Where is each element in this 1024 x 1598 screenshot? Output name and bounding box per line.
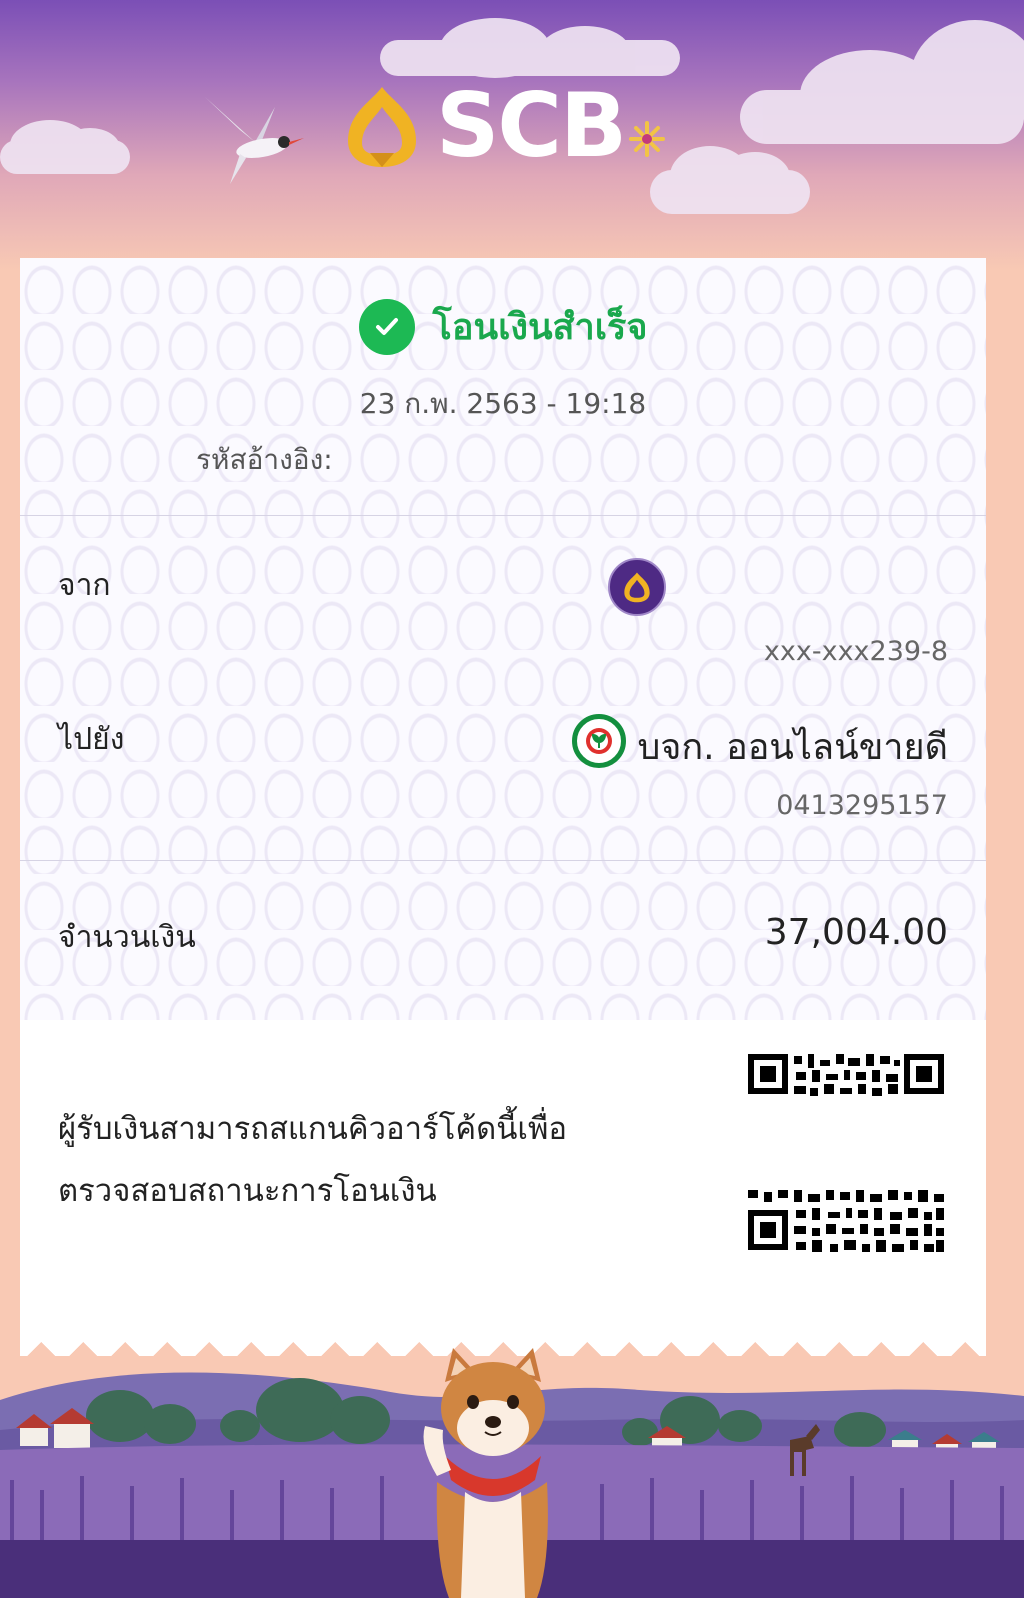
transfer-receipt: โอนเงินสำเร็จ 23 ก.พ. 2563 - 19:18 รหัสอ…	[20, 258, 986, 1338]
kbank-icon	[572, 714, 626, 768]
amount-value: 37,004.00	[764, 912, 948, 953]
recipient-account-number: 0413295157	[776, 790, 948, 821]
cloud-decoration	[380, 18, 680, 78]
qr-code-bottom	[748, 1190, 944, 1254]
qr-code-top	[748, 1054, 944, 1098]
qr-instruction-line: ตรวจสอบสถานะการโอนเงิน	[58, 1173, 437, 1209]
check-circle-icon	[358, 298, 415, 355]
scb-logo: SCB	[342, 82, 667, 170]
qr-instruction-line: ผู้รับเงินสามารถสแกนคิวอาร์โค้ดนี้เพื่อ	[58, 1111, 568, 1147]
scb-logo-mark	[348, 87, 416, 167]
cloud-decoration	[740, 20, 1024, 144]
cloud-decoration	[650, 146, 810, 214]
status-row: โอนเงินสำเร็จ	[20, 298, 986, 355]
divider	[20, 515, 986, 516]
reference-label: รหัสอ้างอิง:	[196, 443, 333, 476]
transfer-datetime: 23 ก.พ. 2563 - 19:18	[359, 387, 647, 420]
shiba-dog-illustration	[423, 1348, 548, 1598]
header-banner: SCB	[0, 0, 1024, 270]
from-label: จาก	[58, 568, 111, 603]
bird-illustration	[205, 97, 304, 184]
brand-name: SCB	[436, 74, 627, 177]
qr-instruction: ผู้รับเงินสามารถสแกนคิวอาร์โค้ดนี้เพื่อ …	[58, 1098, 567, 1222]
amount-label: จำนวนเงิน	[58, 920, 196, 955]
to-label: ไปยัง	[58, 722, 125, 757]
status-text: โอนเงินสำเร็จ	[432, 307, 648, 348]
scb-bank-icon	[608, 558, 666, 616]
cloud-decoration	[0, 120, 130, 174]
from-account-number: xxx-xxx239-8	[763, 636, 948, 667]
recipient-name: บจก. ออนไลน์ขายดี	[637, 727, 948, 768]
sparkle-icon	[629, 121, 666, 157]
divider	[20, 860, 986, 861]
